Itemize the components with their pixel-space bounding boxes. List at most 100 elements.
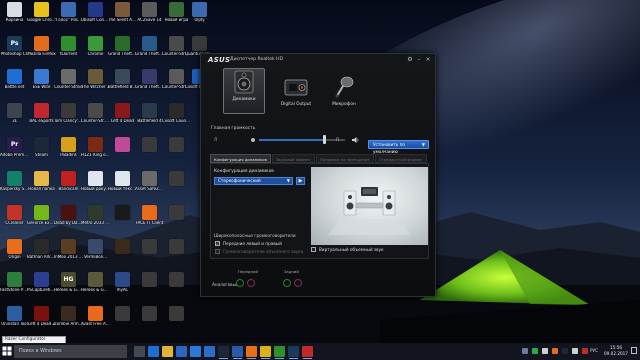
desktop-icon[interactable]: VermiBon... xyxy=(82,239,109,267)
front-green-jack-icon[interactable] xyxy=(283,279,291,287)
desktop-icon[interactable]: Uninstall Tool xyxy=(1,306,28,334)
taskbar-app-mail-icon[interactable] xyxy=(190,346,201,357)
desktop-icon[interactable]: Ciisoft Counter xyxy=(162,103,191,131)
tab-sound-effect[interactable]: Звуковой эффект xyxy=(271,154,316,163)
device-tab-microphone[interactable]: Микрофон xyxy=(324,74,364,118)
tray-avast-icon[interactable] xyxy=(552,348,558,354)
desktop-icon[interactable]: Battle.net xyxy=(1,69,28,97)
taskbar-app-store-icon[interactable] xyxy=(176,346,187,357)
tray-realtek-icon[interactable] xyxy=(582,348,588,354)
desktop-icon[interactable]: Ubisoft Connect xyxy=(81,2,110,30)
desktop-icon[interactable] xyxy=(163,239,190,267)
desktop-icon[interactable]: Новый текст. док. xyxy=(108,171,137,199)
desktop-icon[interactable]: Ulpfy xyxy=(186,2,213,30)
desktop-icon[interactable]: Новый документ xyxy=(81,171,110,199)
taskbar-app-origin-icon[interactable] xyxy=(246,346,257,359)
desktop-icon[interactable]: Kaspersky Secure Co... xyxy=(0,171,29,199)
taskbar-app-steam-icon[interactable] xyxy=(218,346,229,359)
back-green-jack-icon[interactable] xyxy=(236,279,244,287)
taskbar-app-torrent-icon[interactable] xyxy=(274,346,285,359)
test-play-button[interactable]: ▶ xyxy=(296,177,305,185)
speaker-config-select[interactable]: Стереофонический ▼ xyxy=(214,177,293,185)
desktop-icon[interactable]: HGHeroes & Generals xyxy=(54,272,83,300)
desktop-icon[interactable]: Counter-Str... Global Off. xyxy=(81,103,110,131)
desktop-icon[interactable]: GeForce Experience xyxy=(27,205,56,233)
device-tab-speakers[interactable]: Динамики xyxy=(223,68,265,114)
desktop-icon[interactable]: Paladins xyxy=(55,137,82,165)
taskbar-app-media-icon[interactable] xyxy=(204,346,215,357)
desktop-icon[interactable] xyxy=(163,306,190,334)
virtual-surround-checkbox[interactable]: Виртуальный объемный звук xyxy=(311,247,384,252)
desktop-icon[interactable]: The Silent Age xyxy=(108,2,137,30)
taskbar-app-photoshop-icon[interactable] xyxy=(288,346,299,359)
taskbar-app-edge-icon[interactable] xyxy=(148,346,159,357)
desktop-icon[interactable]: BAL eSports xyxy=(28,103,55,131)
desktop-icon[interactable]: Left 4 Dead 2 xyxy=(28,306,55,334)
desktop-icon[interactable] xyxy=(136,137,163,165)
desktop-icon[interactable]: Avast Free Antivirus xyxy=(81,306,110,334)
desktop-icon[interactable]: Left 4 Dead xyxy=(109,103,136,131)
desktop-icon[interactable]: ESE Wite xyxy=(28,69,55,97)
desktop-icon[interactable]: Dead by Daylight xyxy=(54,205,83,233)
taskbar-app-task-view-icon[interactable] xyxy=(134,346,145,357)
tray-volume-icon[interactable] xyxy=(572,348,578,354)
desktop-icon[interactable]: Ps Photoshop CC xyxy=(1,36,28,64)
desktop-icon[interactable] xyxy=(136,239,163,267)
tray-steam-icon[interactable] xyxy=(562,348,568,354)
desktop-icon[interactable]: Bandicam xyxy=(55,171,82,199)
tray-network-icon[interactable] xyxy=(542,348,548,354)
tab-default-format[interactable]: Стандартный формат xyxy=(374,154,427,163)
desktop-icon[interactable] xyxy=(163,272,190,300)
window-titlebar[interactable]: ASUS Диспетчер Realtek HD ⚙ – × xyxy=(201,54,437,66)
desktop-icon[interactable]: Chrome xyxy=(82,36,109,64)
back-pink-jack-icon[interactable] xyxy=(247,279,255,287)
settings-gear-icon[interactable]: ⚙ xyxy=(406,56,414,63)
desktop-icon[interactable]: PrAdobe Premiere P... xyxy=(0,137,29,165)
desktop-icon[interactable] xyxy=(163,205,190,233)
desktop-icon[interactable]: FACE IT Client xyxy=(136,205,163,233)
surround-speakers-checkbox[interactable]: Громкоговорители объемного звука xyxy=(215,249,303,254)
desktop-icon[interactable]: Battlefield Bad Com... xyxy=(108,69,137,97)
desktop-icon[interactable]: Batman Arkham Ci... xyxy=(27,239,56,267)
desktop-icon[interactable] xyxy=(136,272,163,300)
windows-start-icon[interactable] xyxy=(2,346,12,356)
desktop-icon[interactable] xyxy=(163,137,190,165)
desktop-icon[interactable]: Tom Clancy's Rainbow Six xyxy=(54,103,83,131)
front-pink-jack-icon[interactable] xyxy=(294,279,302,287)
close-button[interactable]: × xyxy=(424,56,432,63)
desktop-icon[interactable]: Asset SafeZo... xyxy=(135,171,164,199)
desktop-icon[interactable]: Grand Theft Auto San xyxy=(135,36,164,64)
tab-speaker-configuration[interactable]: Конфигурация динамиков xyxy=(210,154,271,163)
desktop-icon[interactable] xyxy=(109,306,136,334)
desktop-icon[interactable] xyxy=(109,137,136,165)
taskbar-app-realtek-icon[interactable] xyxy=(302,346,313,359)
taskbar-app-chrome-icon[interactable] xyxy=(260,346,271,359)
desktop-icon[interactable] xyxy=(109,239,136,267)
speaker-mute-icon[interactable] xyxy=(351,136,359,144)
taskbar-search-box[interactable]: Поиск в Windows xyxy=(14,345,127,358)
desktop-icon[interactable] xyxy=(163,171,190,199)
desktop-icon[interactable]: AC2Save 14 xyxy=(136,2,163,30)
desktop-icon[interactable]: Новая папка xyxy=(28,171,55,199)
action-center-icon[interactable] xyxy=(631,347,637,354)
tray-nvidia-icon[interactable] xyxy=(532,348,538,354)
taskbar-app-explorer-icon[interactable] xyxy=(162,346,173,357)
desktop-icon[interactable]: Zombie Army Trilogy xyxy=(54,306,83,334)
minimize-button[interactable]: – xyxy=(415,56,423,63)
desktop-icon[interactable]: Steam xyxy=(28,137,55,165)
desktop-icon[interactable]: Heroes & Generals xyxy=(81,272,110,300)
desktop-icon[interactable]: tLTorrent xyxy=(55,36,82,64)
tray-chevron-up-icon[interactable] xyxy=(522,348,528,354)
desktop-icon[interactable]: Google Chrome xyxy=(27,2,56,30)
desktop-icon[interactable]: CCleaner xyxy=(1,205,28,233)
desktop-icon[interactable]: Корзина xyxy=(1,2,28,30)
desktop-icon[interactable]: Grand Theft Auto V xyxy=(108,36,137,64)
volume-slider-thumb[interactable] xyxy=(323,135,326,144)
device-tab-digital-output[interactable]: Digital Output xyxy=(276,74,316,118)
desktop-icon[interactable]: H1Z1 King of the Kill xyxy=(81,137,110,165)
desktop-icon[interactable]: PSCapture64... xyxy=(27,272,56,300)
taskbar-clock[interactable]: 15:56 09.02.2017 xyxy=(603,345,629,357)
desktop-icon[interactable]: Counter-Strike xyxy=(54,69,83,97)
desktop-icon[interactable]: Battlefield 4 xyxy=(136,103,163,131)
desktop-icon[interactable]: Metro 2033 Redux xyxy=(81,205,110,233)
